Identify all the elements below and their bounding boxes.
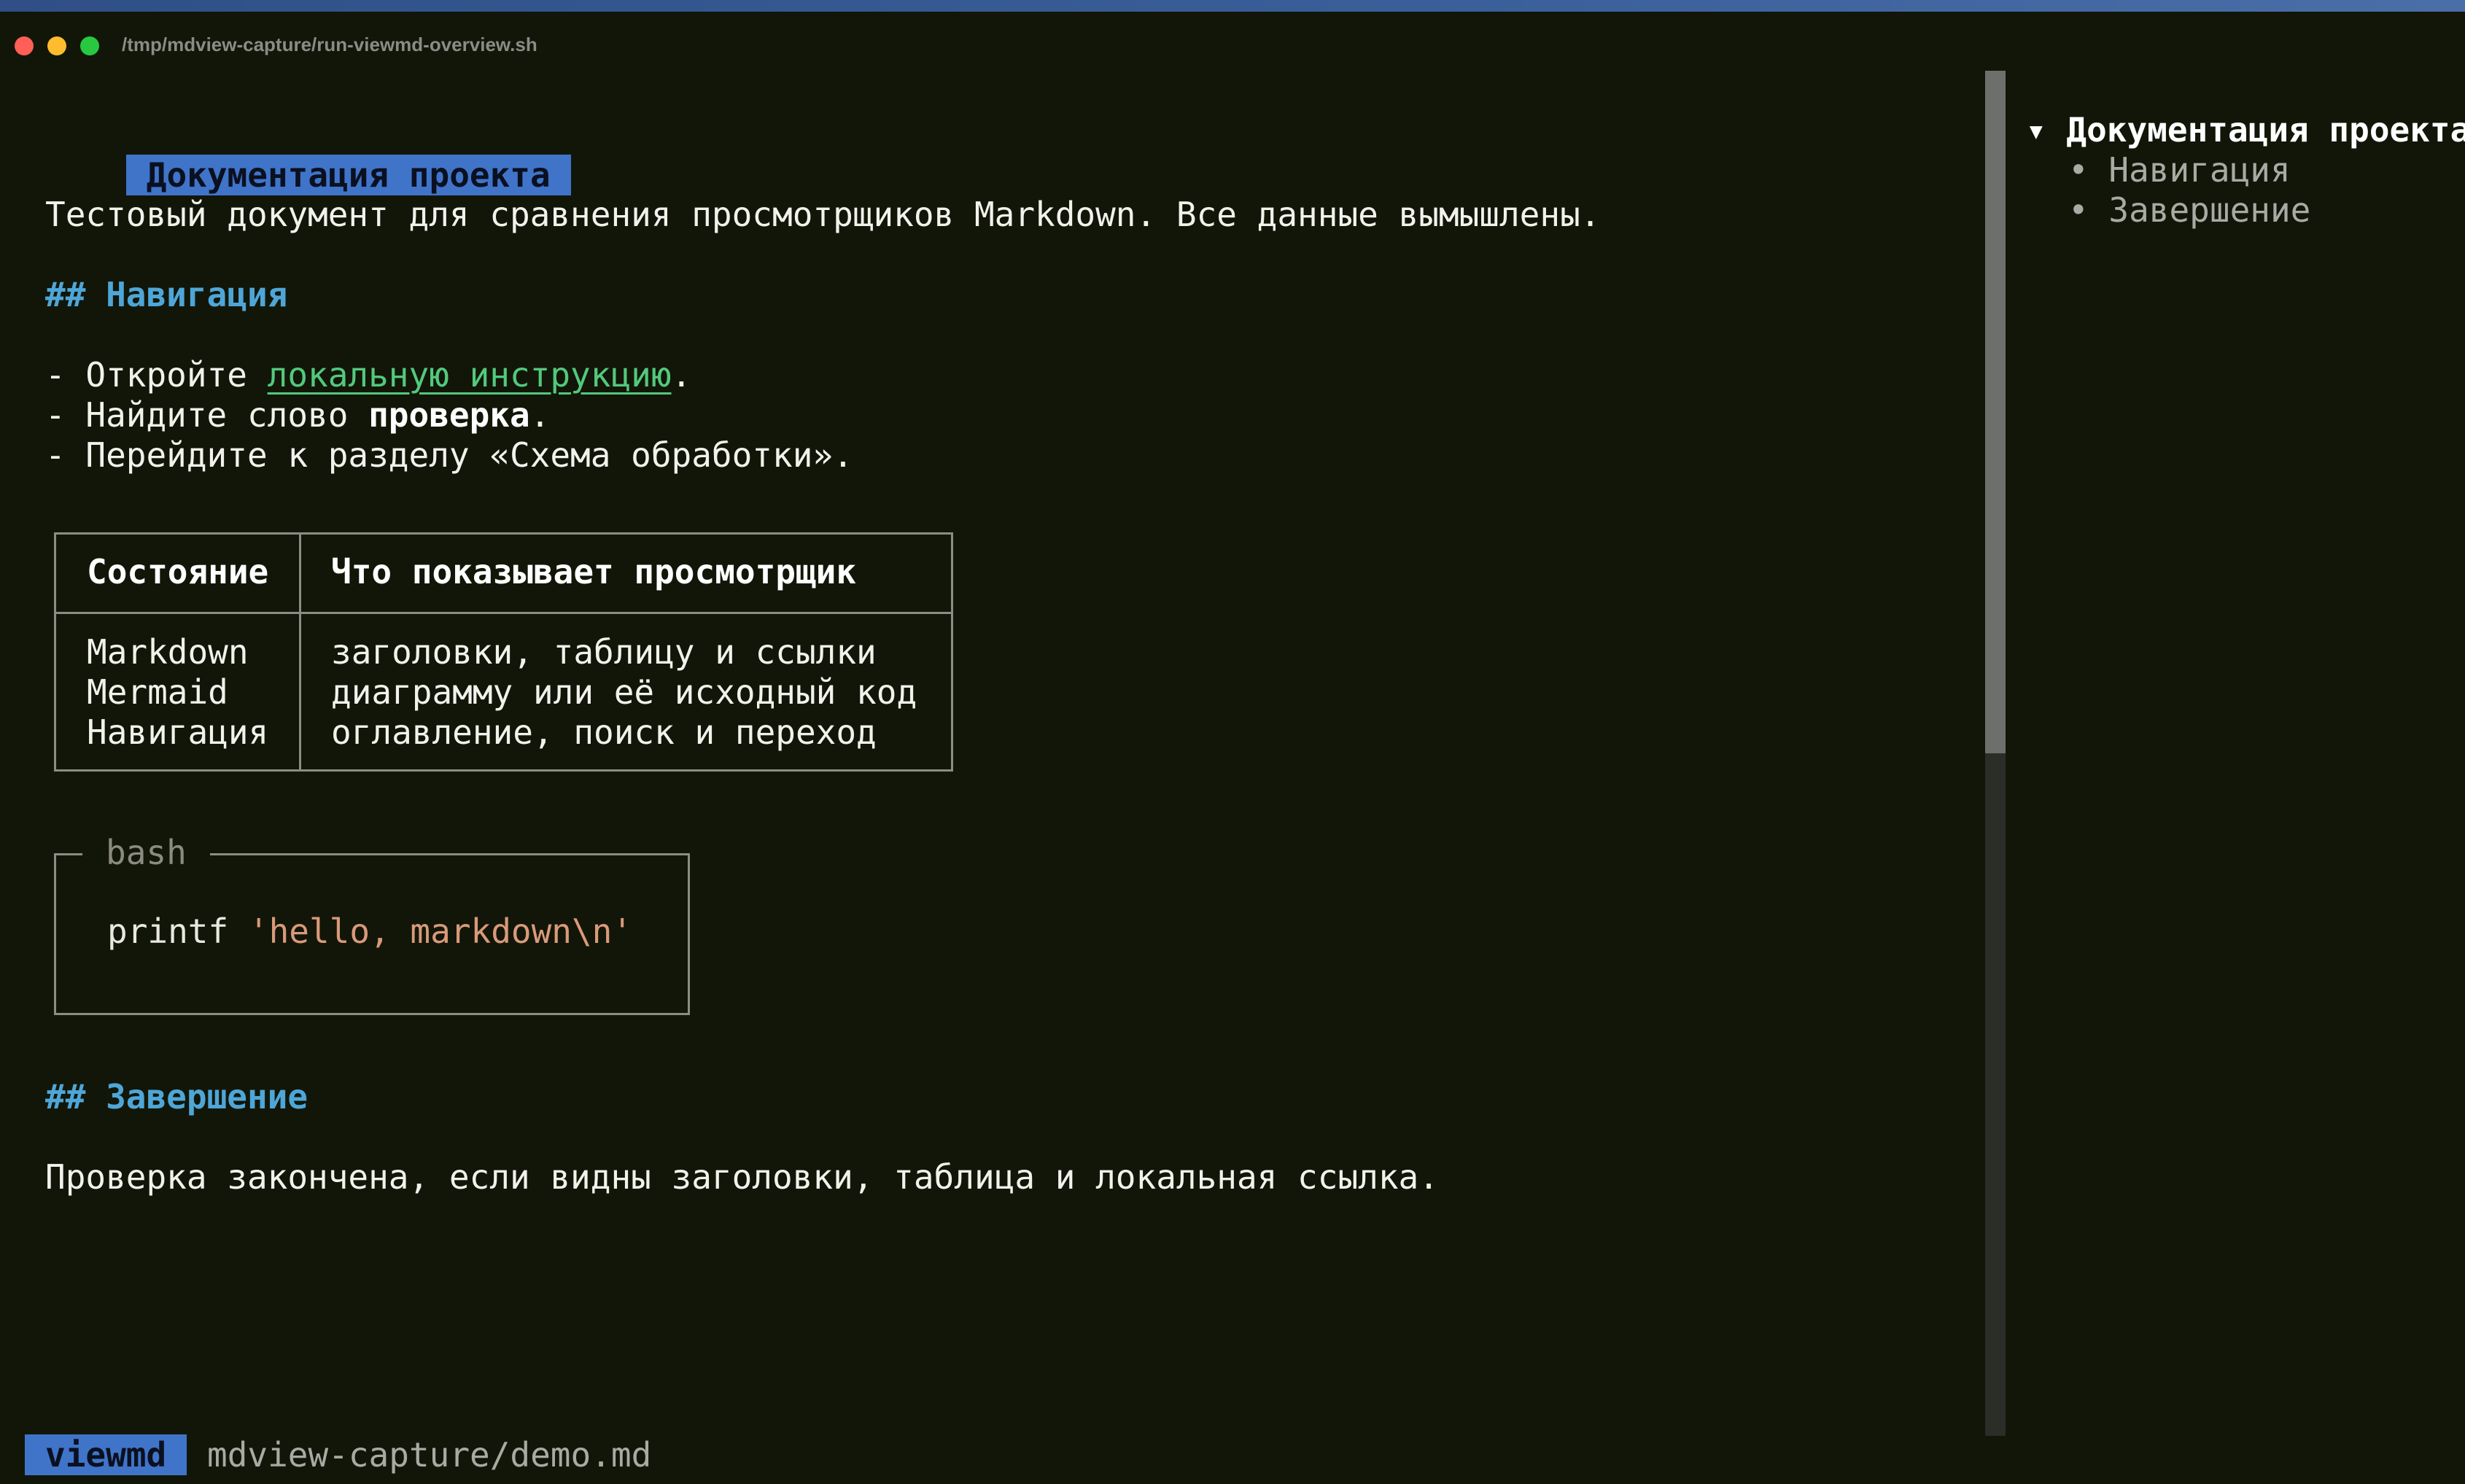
list-item-suffix: .	[671, 355, 692, 395]
code-language-label: bash	[82, 829, 210, 876]
code-command: printf	[107, 912, 249, 951]
desktop-top-strip	[0, 0, 2465, 12]
heading-text: Завершение	[106, 1077, 308, 1116]
toc-item-label: Навигация	[2108, 150, 2291, 190]
toc-item-completion[interactable]: • Завершение	[2068, 190, 2310, 230]
table-cell: диаграмму или её исходный код	[331, 672, 917, 712]
app-badge: viewmd	[25, 1434, 187, 1475]
list-item-suffix: .	[529, 395, 551, 435]
doc-outro: Проверка закончена, если видны заголовки…	[45, 1157, 1439, 1197]
list-item: - Найдите слово проверка.	[45, 395, 550, 435]
table-cell: Mermaid	[87, 672, 228, 712]
doc-intro: Тестовый документ для сравнения просмотр…	[45, 195, 1601, 234]
window-titlebar: /tmp/mdview-capture/run-viewmd-overview.…	[0, 12, 2465, 58]
toc-item-navigation[interactable]: • Навигация	[2068, 149, 2291, 190]
heading-marker: ##	[45, 275, 106, 314]
heading-text: Навигация	[106, 275, 288, 314]
table-header-state: Состояние	[87, 552, 269, 591]
table-cell: оглавление, поиск и переход	[331, 712, 877, 752]
code-line: printf 'hello, markdown\n'	[107, 911, 632, 952]
table-header-divider	[56, 612, 951, 614]
heading-marker: ##	[45, 1077, 106, 1116]
status-bar: viewmd mdview-capture/demo.md	[0, 1429, 2465, 1484]
table-header-shows: Что показывает просмотрщик	[331, 552, 857, 591]
section-heading-navigation: ## Навигация	[45, 274, 287, 315]
local-instruction-link[interactable]: локальную инструкцию	[268, 355, 672, 395]
toc-item-label: Документация проекта	[2066, 110, 2465, 149]
table-cell: Markdown	[87, 632, 249, 672]
window-title: /tmp/mdview-capture/run-viewmd-overview.…	[122, 34, 537, 55]
close-window-button[interactable]	[15, 36, 34, 55]
toc-item-label: Завершение	[2108, 190, 2311, 230]
minimize-window-button[interactable]	[47, 36, 66, 55]
bullet-icon: •	[2068, 190, 2089, 230]
scrollbar-thumb[interactable]	[1985, 71, 2006, 753]
file-path: mdview-capture/demo.md	[207, 1435, 652, 1475]
list-item: - Перейдите к разделу «Схема обработки».	[45, 435, 853, 475]
code-block: bash printf 'hello, markdown\n'	[54, 829, 690, 1015]
table-column-divider	[299, 535, 301, 769]
toc-item-document[interactable]: ▾ Документация проекта	[2026, 109, 2465, 150]
code-string: 'hello, markdown\n'	[248, 912, 633, 951]
list-item: - Откройте локальную инструкцию.	[45, 354, 691, 395]
list-item-text: - Откройте	[45, 355, 268, 395]
bullet-icon: •	[2068, 150, 2089, 190]
doc-title: Документация проекта	[125, 155, 571, 195]
comparison-table: Состояние Что показывает просмотрщик Mar…	[54, 532, 953, 772]
doc-h1-line: Документация проекта	[45, 114, 571, 195]
list-item-text: - Найдите слово	[45, 395, 369, 435]
zoom-window-button[interactable]	[80, 36, 99, 55]
section-heading-completion: ## Завершение	[45, 1076, 308, 1117]
bold-word: проверка	[368, 395, 530, 435]
table-cell: заголовки, таблицу и ссылки	[331, 632, 877, 672]
table-cell: Навигация	[87, 712, 269, 752]
collapse-arrow-icon[interactable]: ▾	[2026, 110, 2046, 149]
